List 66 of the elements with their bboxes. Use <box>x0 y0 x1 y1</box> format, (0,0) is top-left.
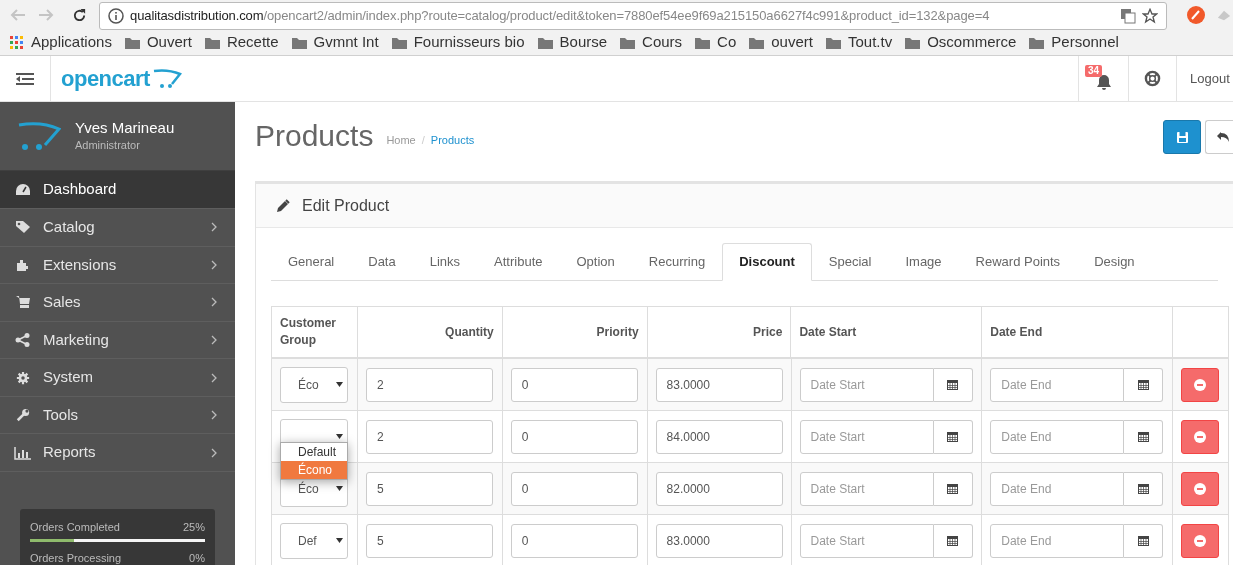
bookmark[interactable]: Recette <box>204 31 279 54</box>
date-start-field[interactable]: Date Start <box>799 471 934 506</box>
tab[interactable]: Special <box>811 243 889 281</box>
date-end-field[interactable]: Date End <box>990 471 1125 506</box>
breadcrumb-link[interactable]: Products <box>430 132 475 149</box>
quantity-field[interactable]: 5 <box>365 471 493 506</box>
price-field[interactable]: 83.0000 <box>655 523 783 558</box>
notification-badge: 34 <box>1085 65 1103 77</box>
tab[interactable]: Discount <box>722 243 812 281</box>
price-field[interactable]: 82.0000 <box>655 471 783 506</box>
priority-field[interactable]: 0 <box>510 367 638 402</box>
stat-value: 0% <box>189 551 205 565</box>
column-header: Customer Group <box>280 315 337 349</box>
bookmark[interactable]: Gvmnt Int <box>291 31 379 54</box>
bookmark[interactable]: Co <box>695 31 737 54</box>
column-header: Quantity <box>445 323 494 341</box>
quantity-field[interactable]: 2 <box>365 367 493 402</box>
bookmark[interactable]: Ouvert <box>124 31 192 54</box>
tab[interactable]: General <box>271 243 352 281</box>
price-field[interactable]: 83.0000 <box>655 367 783 402</box>
date-end-field[interactable]: Date End <box>990 419 1125 454</box>
tab[interactable]: Reward Points <box>958 243 1078 281</box>
quantity-field[interactable]: 5 <box>365 523 493 558</box>
sidebar-item[interactable]: Dashboard <box>0 171 235 209</box>
customer-group-select[interactable]: Def <box>280 522 348 559</box>
page-title: Products <box>255 118 374 154</box>
tab[interactable]: Option <box>559 243 632 281</box>
date-start-field[interactable]: Date Start <box>799 367 934 402</box>
bookmark[interactable]: Bourse <box>537 31 608 54</box>
priority-field[interactable]: 0 <box>510 419 638 454</box>
column-header: Price <box>753 323 783 341</box>
bookmark[interactable]: ouvert <box>749 31 813 54</box>
bookmark[interactable]: Fournisseurs bio <box>391 31 525 54</box>
logo: opencart <box>51 56 182 101</box>
bookmark[interactable]: Cours <box>620 31 683 54</box>
bookmark[interactable]: Tout.tv <box>825 31 893 54</box>
breadcrumb-separator: / <box>421 133 425 148</box>
bookmark[interactable]: Oscommerce <box>905 31 1017 54</box>
priority-field[interactable]: 0 <box>510 523 638 558</box>
user-role: Administrator <box>75 137 141 153</box>
column-header: Priority <box>596 323 639 341</box>
price-field[interactable]: 84.0000 <box>655 419 783 454</box>
date-end-field[interactable]: Date End <box>990 367 1125 402</box>
panel-title: Edit Product <box>302 195 390 216</box>
logout-link[interactable]: Logout <box>1190 68 1230 89</box>
stat-label: Orders Processing <box>30 551 122 565</box>
bookmark[interactable]: Applications <box>10 31 112 54</box>
column-header: Date End <box>990 323 1043 341</box>
date-end-field[interactable]: Date End <box>990 523 1125 558</box>
column-header: Date Start <box>799 323 857 341</box>
stat-value: 25% <box>182 520 205 534</box>
customer-group-select[interactable]: Éco <box>280 366 348 403</box>
bookmark[interactable]: Personnel <box>1029 31 1119 54</box>
tab[interactable]: Data <box>351 243 413 281</box>
priority-field[interactable]: 0 <box>510 471 638 506</box>
tab[interactable]: Recurring <box>631 243 723 281</box>
date-start-field[interactable]: Date Start <box>799 419 934 454</box>
date-start-field[interactable]: Date Start <box>799 523 934 558</box>
quantity-field[interactable]: 2 <box>365 419 493 454</box>
tab[interactable]: Attribute <box>477 243 560 281</box>
user-name: Yves Marineau <box>75 118 175 137</box>
dropdown-option[interactable]: Default <box>281 443 347 461</box>
tab[interactable]: Image <box>888 243 959 281</box>
stat-label: Orders Completed <box>30 520 120 534</box>
tab[interactable]: Links <box>412 243 478 281</box>
tab[interactable]: Design <box>1077 243 1152 281</box>
